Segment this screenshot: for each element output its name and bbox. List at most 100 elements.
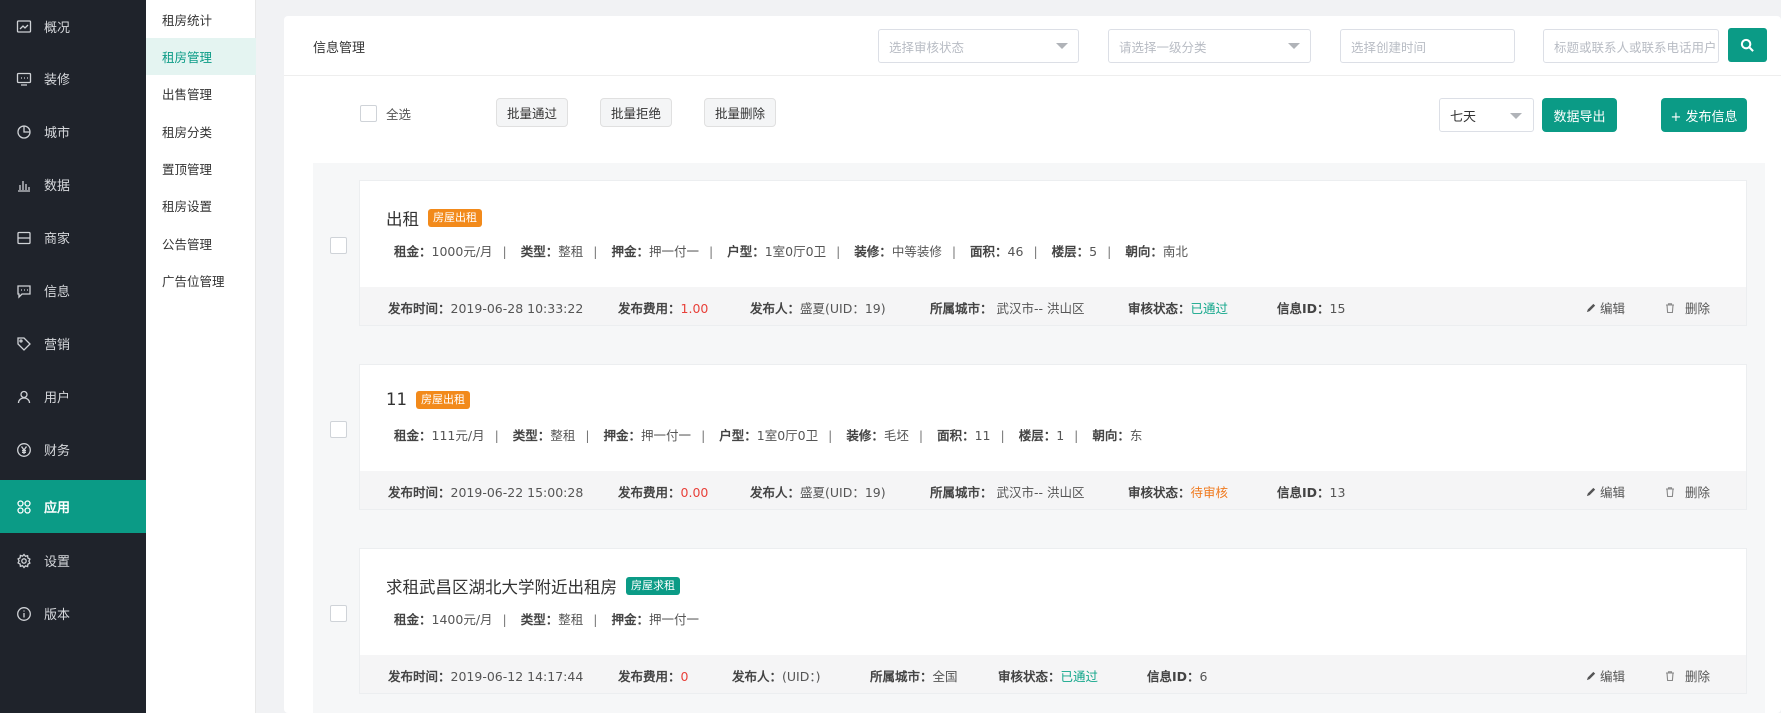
nav-label: 营销: [44, 338, 71, 353]
city: 所属城市： 武汉市-- 洪山区: [930, 485, 1085, 500]
nav-item-overview[interactable]: 概况: [0, 0, 146, 53]
info-id: 信息ID：13: [1277, 485, 1346, 500]
nav-label: 版本: [44, 608, 71, 623]
publish-button[interactable]: + 发布信息: [1661, 98, 1747, 132]
overview-icon: [16, 19, 32, 35]
nav-label: 信息: [44, 285, 71, 300]
list-item: 出租 房屋出租 租金：1000元/月 | 类型：整租 | 押金：押一付一 | 户型：1…: [313, 163, 1765, 347]
page-title: 信息管理: [313, 41, 366, 56]
publish-time: 发布时间：2019-06-12 14:17:44: [388, 669, 584, 684]
audit-status: 审核状态：已通过: [1128, 301, 1229, 316]
subnav-rent-manage[interactable]: 租房管理: [146, 38, 256, 75]
main-sidebar: 概况 装修 城市 数据 商家 信息 营销 用户 财务 应用 设置 版本: [0, 0, 146, 713]
row-checkbox[interactable]: [330, 237, 347, 254]
create-time-picker[interactable]: 选择创建时间: [1340, 29, 1515, 63]
subnav-sale-manage[interactable]: 出售管理: [146, 75, 256, 112]
checkbox[interactable]: [360, 105, 377, 122]
nav-label: 城市: [44, 126, 71, 141]
subnav-pin-manage[interactable]: 置顶管理: [146, 150, 256, 187]
subnav-rent-stats[interactable]: 租房统计: [146, 1, 256, 38]
delete-button[interactable]: 删除: [1664, 298, 1710, 317]
search-button[interactable]: [1728, 28, 1767, 62]
nav-item-city[interactable]: 城市: [0, 105, 146, 158]
nav-label: 设置: [44, 555, 71, 570]
nav-item-apps[interactable]: 应用: [0, 480, 146, 533]
publish-time: 发布时间：2019-06-22 15:00:28: [388, 485, 584, 500]
keyword-search-input[interactable]: 标题或联系人或联系电话用户: [1543, 29, 1719, 63]
row-checkbox[interactable]: [330, 605, 347, 622]
nav-item-message[interactable]: 信息: [0, 264, 146, 317]
select-all-checkbox[interactable]: 全选: [360, 104, 411, 123]
info-icon: [16, 606, 32, 622]
category-badge: 房屋出租: [416, 390, 470, 409]
trash-icon: [1666, 670, 1674, 681]
pencil-icon: [1586, 487, 1596, 497]
delete-button[interactable]: 删除: [1664, 666, 1710, 685]
listing-title[interactable]: 出租: [386, 206, 419, 230]
city: 所属城市： 武汉市-- 洪山区: [930, 301, 1085, 316]
listing-meta: 发布时间：2019-06-12 14:17:44 发布费用：0 发布人：(UID…: [360, 655, 1746, 693]
listing-meta: 发布时间：2019-06-28 10:33:22 发布费用：1.00 发布人：盛…: [360, 287, 1746, 325]
nav-item-store[interactable]: 商家: [0, 211, 146, 264]
message-icon: [16, 283, 32, 299]
trash-icon: [1666, 486, 1674, 497]
keyword-placeholder: 标题或联系人或联系电话用户: [1554, 39, 1717, 55]
info-id: 信息ID：6: [1147, 669, 1208, 684]
select-all-label: 全选: [386, 107, 412, 122]
chevron-down-icon: [1288, 43, 1300, 49]
tag-icon: [16, 336, 32, 352]
nav-label: 装修: [44, 73, 71, 88]
create-time-placeholder: 选择创建时间: [1351, 39, 1427, 55]
subnav-ad-manage[interactable]: 广告位管理: [146, 262, 256, 299]
subnav-rent-category[interactable]: 租房分类: [146, 113, 256, 150]
nav-item-decorate[interactable]: 装修: [0, 52, 146, 105]
nav-item-data[interactable]: 数据: [0, 158, 146, 211]
publish-fee: 发布费用：0.00: [618, 485, 709, 500]
main-panel: 信息管理 选择审核状态 请选择一级分类 选择创建时间 标题或联系人或联系电话用户…: [284, 16, 1781, 713]
nav-item-user[interactable]: 用户: [0, 370, 146, 423]
delete-button[interactable]: 删除: [1664, 482, 1710, 501]
publisher: 发布人：盛夏(UID：19): [750, 485, 886, 500]
batch-reject-button[interactable]: 批量拒绝: [600, 98, 673, 127]
category-badge: 房屋求租: [626, 577, 680, 595]
batch-delete-button[interactable]: 批量删除: [704, 98, 777, 127]
nav-label: 概况: [44, 21, 71, 36]
batch-pass-button[interactable]: 批量通过: [496, 98, 569, 127]
edit-button[interactable]: 编辑: [1586, 482, 1625, 501]
chart-bars-icon: [16, 177, 32, 193]
nav-item-version[interactable]: 版本: [0, 587, 146, 640]
listing-card: 出租 房屋出租 租金：1000元/月 | 类型：整租 | 押金：押一付一 | 户型：1…: [359, 180, 1747, 326]
listing-card: 11 房屋出租 租金：111元/月 | 类型：整租 | 押金：押一付一 | 户型：1室…: [359, 364, 1747, 510]
period-select[interactable]: 七天: [1439, 98, 1534, 132]
category-select[interactable]: 请选择一级分类: [1108, 29, 1311, 63]
category-placeholder: 请选择一级分类: [1119, 39, 1207, 55]
subnav-rent-settings[interactable]: 租房设置: [146, 187, 256, 224]
listing-meta: 发布时间：2019-06-22 15:00:28 发布费用：0.00 发布人：盛…: [360, 471, 1746, 509]
pencil-icon: [1586, 303, 1596, 313]
audit-status: 审核状态：待审核: [1128, 485, 1229, 500]
row-checkbox[interactable]: [330, 421, 347, 438]
category-badge: 房屋出租: [428, 209, 482, 227]
list-item: 求租武昌区湖北大学附近出租房 房屋求租 租金：1400元/月 | 类型：整租 | 押…: [313, 531, 1765, 713]
publish-time: 发布时间：2019-06-28 10:33:22: [388, 301, 584, 316]
nav-label: 商家: [44, 232, 71, 247]
list-item: 11 房屋出租 租金：111元/月 | 类型：整租 | 押金：押一付一 | 户型：1室…: [313, 347, 1765, 531]
audit-status-select[interactable]: 选择审核状态: [878, 29, 1079, 63]
edit-button[interactable]: 编辑: [1586, 298, 1625, 317]
chevron-down-icon: [1056, 43, 1068, 49]
nav-label: 应用: [44, 501, 71, 516]
export-button[interactable]: 数据导出: [1542, 98, 1617, 132]
gear-icon: [16, 552, 32, 569]
edit-button[interactable]: 编辑: [1586, 666, 1625, 685]
listing-title[interactable]: 11: [386, 390, 407, 409]
decorate-icon: [16, 71, 32, 87]
nav-item-finance[interactable]: 财务: [0, 423, 146, 476]
subnav-notice-manage[interactable]: 公告管理: [146, 225, 256, 262]
apps-icon: [16, 499, 32, 515]
store-icon: [16, 230, 32, 246]
nav-item-settings[interactable]: 设置: [0, 534, 146, 587]
listing-title[interactable]: 求租武昌区湖北大学附近出租房: [386, 574, 617, 598]
filter-bar: 信息管理 选择审核状态 请选择一级分类 选择创建时间 标题或联系人或联系电话用户: [284, 16, 1781, 76]
listing-specs: 租金：1400元/月 | 类型：整租 | 押金：押一付一: [394, 612, 700, 627]
nav-item-marketing[interactable]: 营销: [0, 317, 146, 370]
